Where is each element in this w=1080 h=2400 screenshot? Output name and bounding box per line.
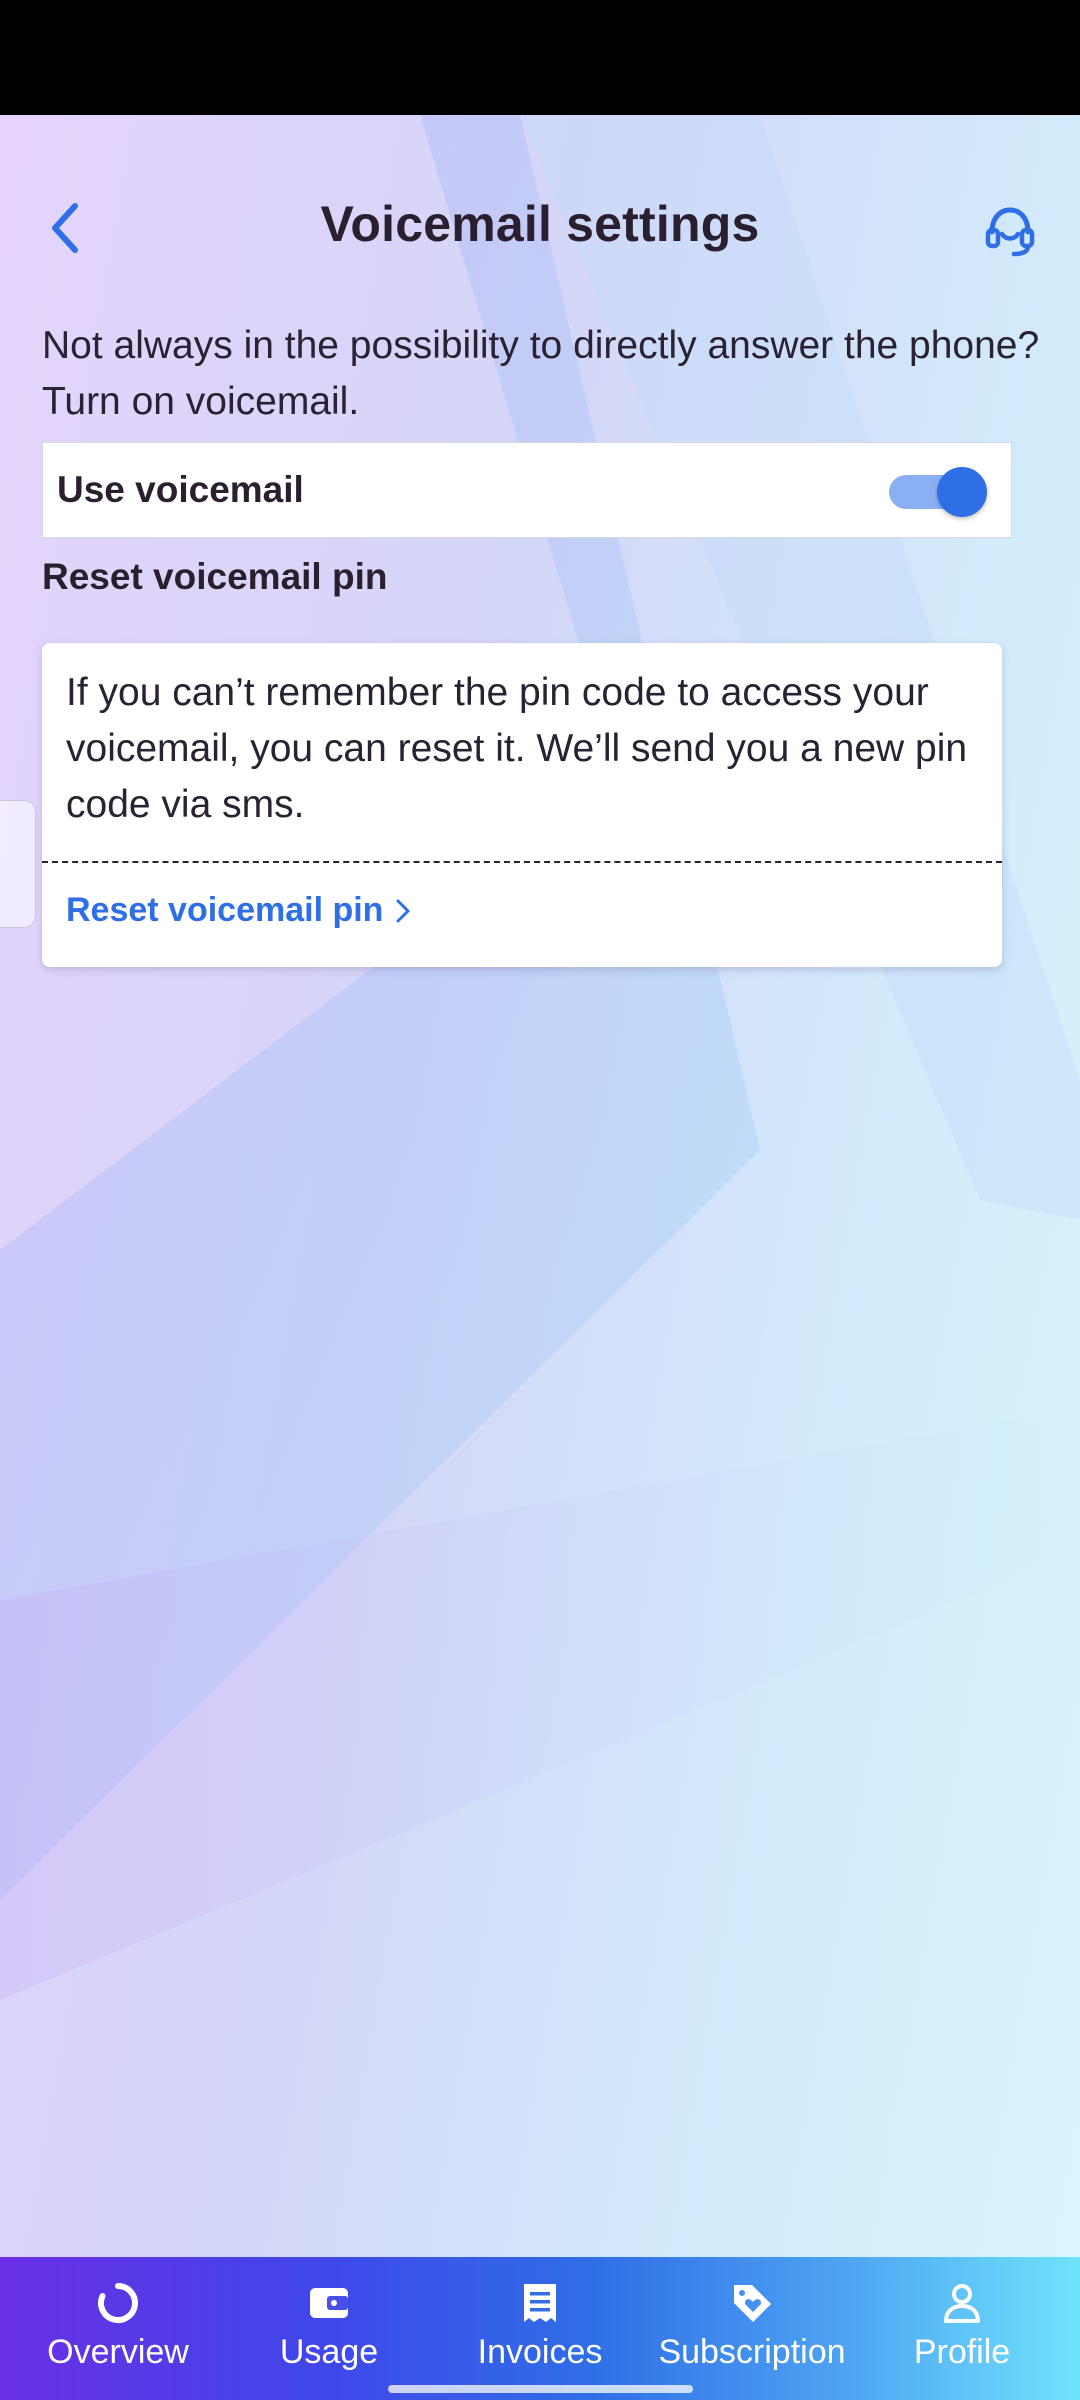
page-title: Voicemail settings	[320, 196, 760, 252]
reset-pin-heading: Reset voicemail pin	[42, 556, 388, 597]
header: Voicemail settings	[0, 115, 1080, 335]
tag-heart-icon	[730, 2281, 774, 2325]
use-voicemail-label: Use voicemail	[57, 469, 304, 510]
reset-pin-link[interactable]: Reset voicemail pin	[66, 891, 411, 930]
bottom-navigation: Overview Usage Invoices Subscription Pro…	[0, 2257, 1080, 2400]
nav-item-subscription[interactable]: Subscription	[642, 2257, 862, 2400]
reset-pin-link-label: Reset voicemail pin	[66, 891, 384, 929]
home-indicator	[388, 2385, 693, 2393]
invoice-icon	[518, 2281, 562, 2325]
nav-item-usage[interactable]: Usage	[229, 2257, 429, 2400]
side-drawer-handle[interactable]	[0, 800, 36, 928]
nav-label: Profile	[913, 2333, 1011, 2371]
wallet-icon	[307, 2281, 351, 2325]
nav-item-invoices[interactable]: Invoices	[440, 2257, 640, 2400]
nav-label: Subscription	[658, 2333, 846, 2371]
use-voicemail-row: Use voicemail	[42, 442, 1012, 538]
support-button[interactable]	[970, 190, 1050, 270]
intro-text: Not always in the possibility to directl…	[42, 324, 1040, 423]
reset-pin-description: If you can’t remember the pin code to ac…	[66, 671, 968, 826]
chevron-right-icon	[395, 897, 411, 925]
status-bar	[0, 0, 1080, 115]
nav-item-overview[interactable]: Overview	[18, 2257, 218, 2400]
nav-label: Usage	[279, 2333, 379, 2371]
dashed-divider	[42, 861, 1002, 863]
nav-label: Overview	[47, 2333, 189, 2371]
reset-pin-card: If you can’t remember the pin code to ac…	[42, 643, 1002, 967]
use-voicemail-toggle[interactable]	[889, 467, 987, 517]
person-icon	[940, 2281, 984, 2325]
overview-ring-icon	[96, 2281, 140, 2325]
nav-label: Invoices	[477, 2333, 603, 2371]
headset-icon	[985, 207, 1035, 257]
toggle-knob	[937, 467, 987, 517]
nav-item-profile[interactable]: Profile	[862, 2257, 1062, 2400]
